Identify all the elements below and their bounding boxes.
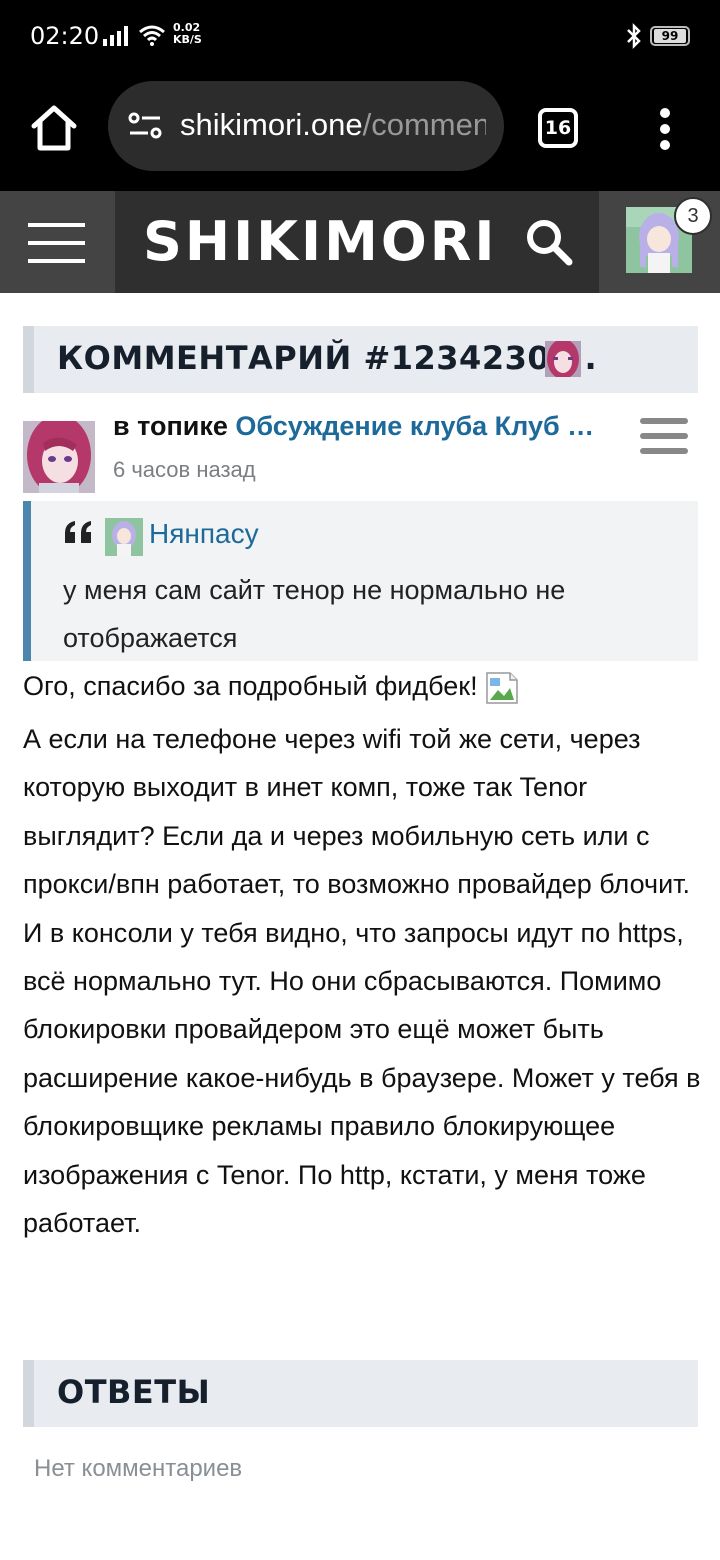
replies-title: ОТВЕТЫ: [57, 1373, 211, 1411]
signal-icon: [103, 26, 128, 46]
author-mini-avatar[interactable]: [545, 341, 581, 377]
broken-image-icon: [485, 672, 518, 704]
replies-header: ОТВЕТЫ: [23, 1360, 698, 1427]
topic-link[interactable]: Обсуждение клуба Клуб …: [235, 411, 594, 441]
tabs-count-button[interactable]: 16: [538, 108, 578, 148]
empty-replies-text: Нет комментариев: [34, 1455, 243, 1482]
quote-text: у меня сам сайт тенор не нормально не от…: [63, 575, 566, 653]
browser-menu-icon[interactable]: [652, 108, 678, 152]
search-icon[interactable]: [524, 217, 574, 267]
network-speed: 0.02 KB/S: [173, 21, 202, 46]
site-logo[interactable]: SHIKIMORI: [143, 213, 497, 271]
comment-body: А если на телефоне через wifi той же сет…: [23, 724, 701, 1239]
wifi-icon: [139, 25, 165, 46]
comment-title: КОММЕНТАРИЙ #12342305 .: [57, 339, 598, 377]
comment-timestamp: 6 часов назад: [113, 457, 256, 482]
quote-author-avatar[interactable]: [105, 518, 143, 556]
notification-badge[interactable]: 3: [674, 197, 712, 235]
address-bar[interactable]: shikimori.one/comments/12342305: [108, 81, 504, 171]
home-icon[interactable]: [28, 102, 80, 154]
hamburger-menu-icon[interactable]: [0, 191, 115, 293]
status-time: 02:20: [30, 22, 100, 50]
url-text[interactable]: shikimori.one/comments/12342305: [180, 107, 486, 143]
browser-toolbar: shikimori.one/comments/12342305 16: [0, 72, 720, 191]
bluetooth-icon: [627, 22, 641, 50]
comment-menu-icon[interactable]: [640, 418, 688, 456]
quote-block: Нянпасу у меня сам сайт тенор не нормаль…: [23, 501, 698, 661]
comment-first-line: Ого, спасибо за подробный фидбек!: [23, 666, 703, 706]
quote-author-link[interactable]: Нянпасу: [149, 518, 259, 550]
quote-icon: [65, 521, 91, 543]
site-header: SHIKIMORI: [0, 191, 720, 293]
comment-topic: в топике Обсуждение клуба Клуб …: [113, 411, 595, 441]
site-settings-icon[interactable]: [128, 111, 162, 141]
battery-icon: 99: [650, 26, 690, 46]
comment-header: КОММЕНТАРИЙ #12342305 .: [23, 326, 698, 393]
status-bar: 02:20 0.02 KB/S 99: [0, 0, 720, 72]
author-avatar[interactable]: [23, 421, 95, 493]
